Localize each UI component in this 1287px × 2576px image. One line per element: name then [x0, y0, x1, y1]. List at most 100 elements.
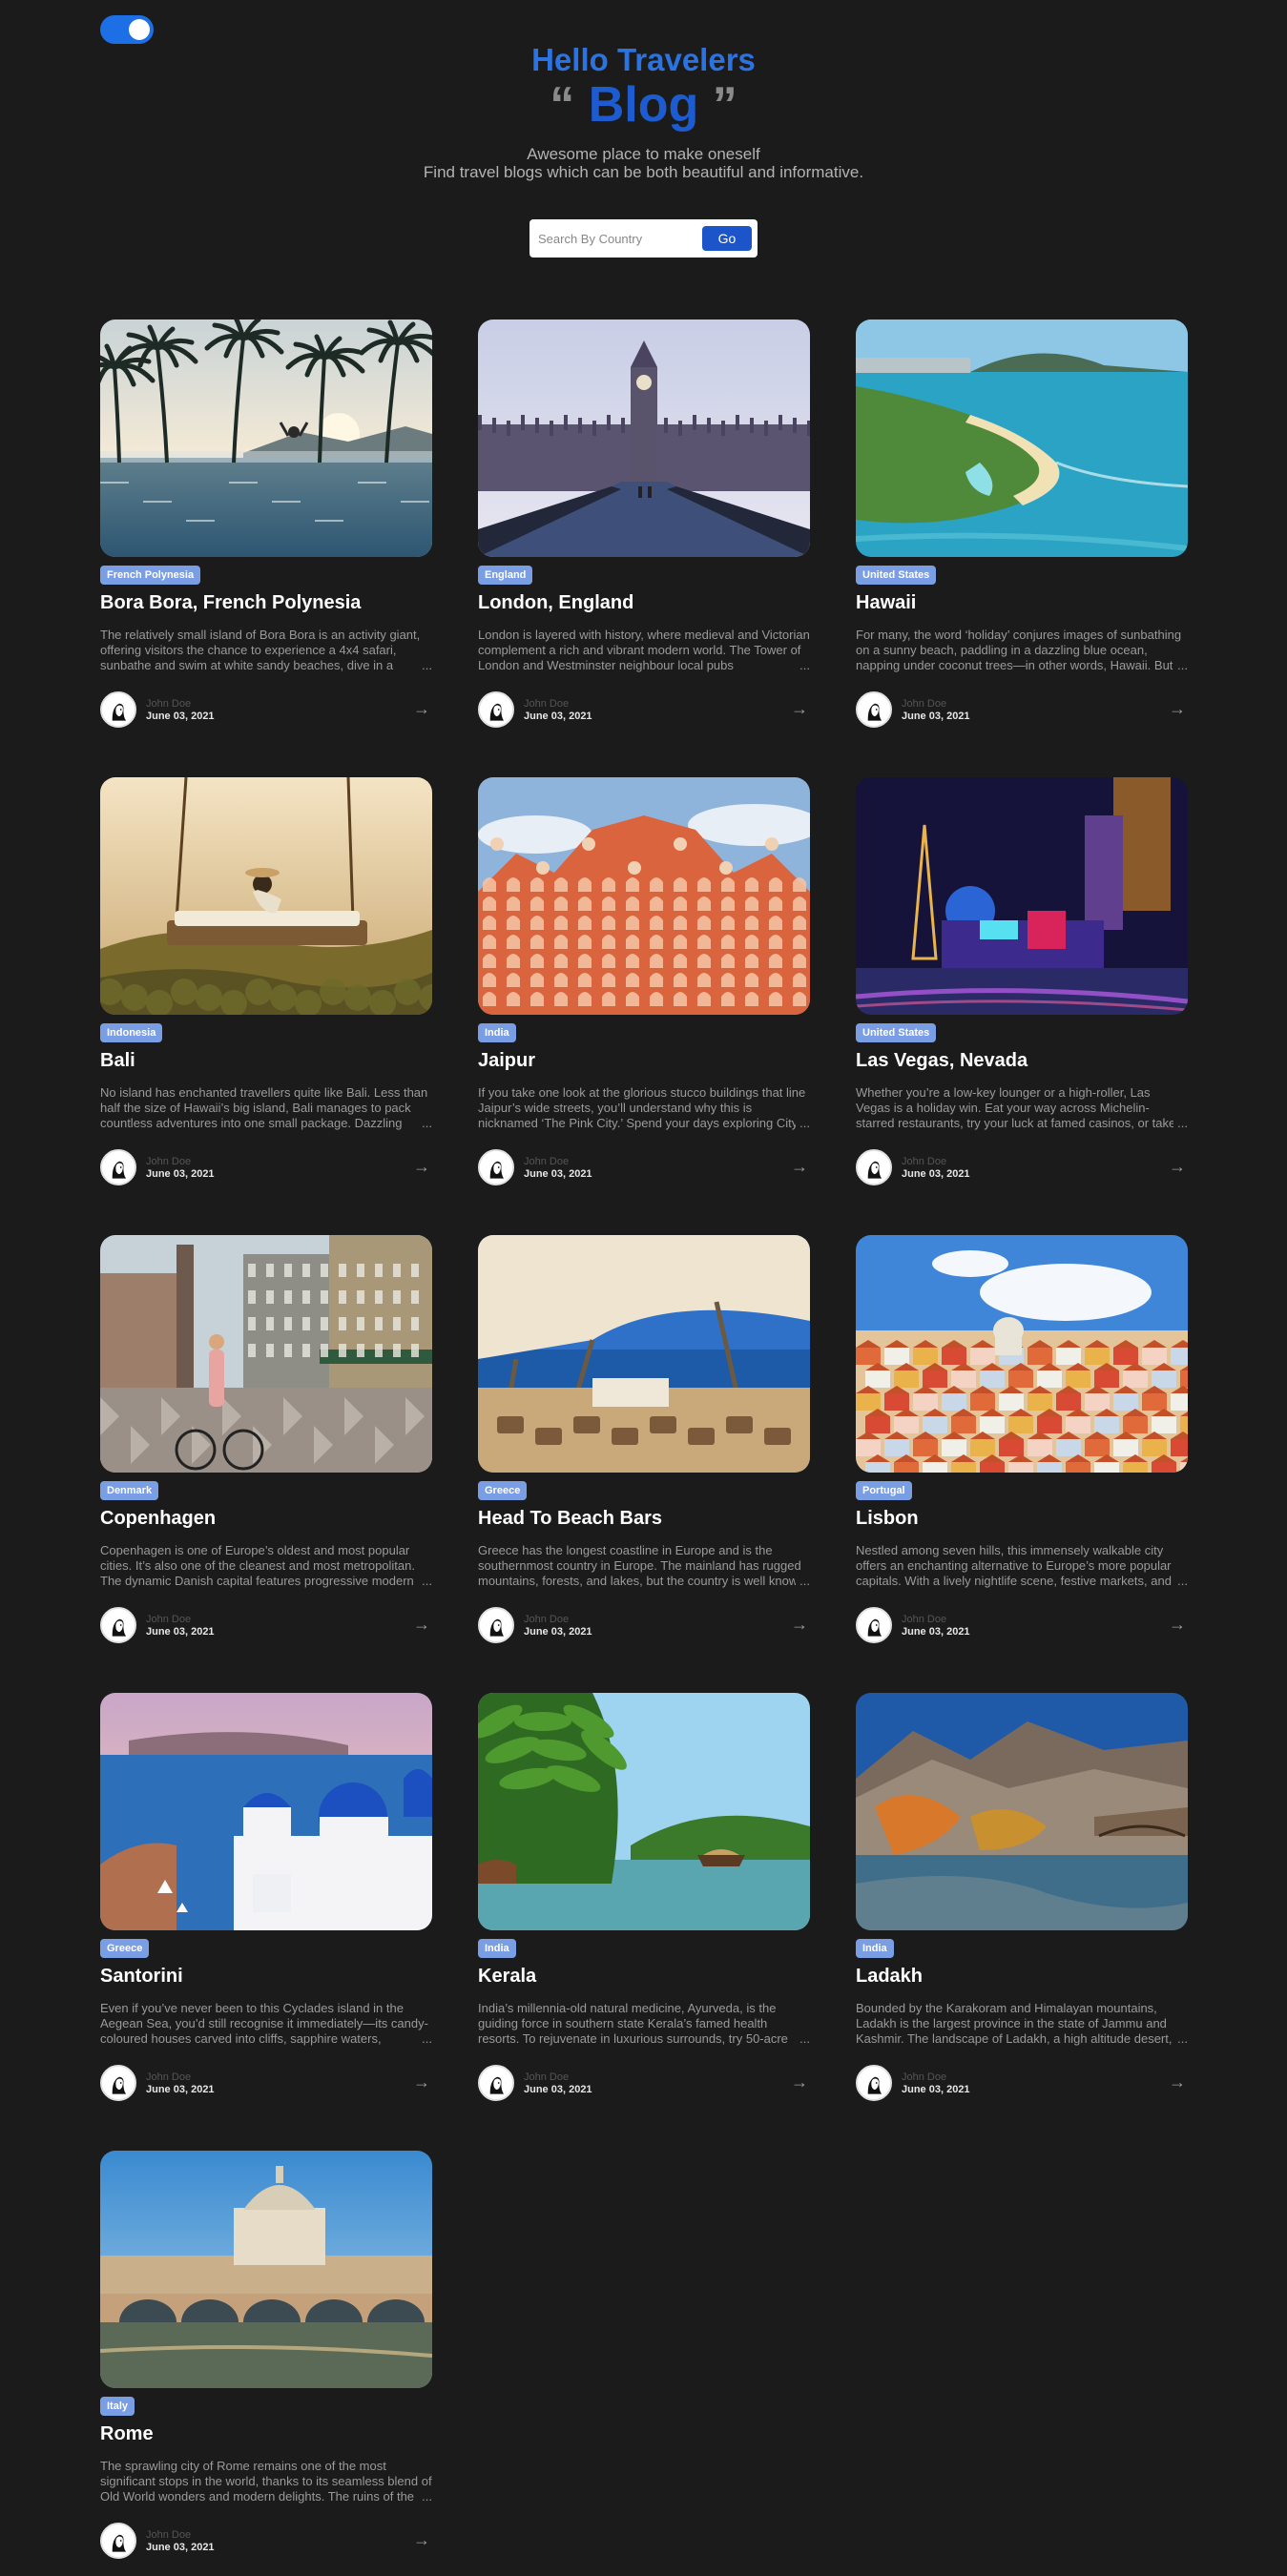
post-card[interactable]: Italy Rome The sprawling city of Rome re…	[100, 2151, 432, 2569]
arrow-right-icon[interactable]: →	[413, 1157, 430, 1177]
post-card[interactable]: England London, England London is layere…	[478, 319, 810, 738]
country-tag[interactable]: Greece	[100, 1939, 150, 1958]
country-tag[interactable]: England	[478, 566, 533, 585]
post-title[interactable]: Head To Beach Bars	[478, 1508, 662, 1530]
arrow-right-icon[interactable]: →	[413, 2530, 430, 2550]
country-tag[interactable]: India	[478, 1023, 516, 1042]
post-image[interactable]	[856, 319, 1188, 557]
country-tag[interactable]: Indonesia	[100, 1023, 163, 1042]
arrow-right-icon[interactable]: →	[1169, 2072, 1186, 2092]
post-card[interactable]: French Polynesia Bora Bora, French Polyn…	[100, 319, 432, 738]
author-meta: John Doe June 03, 2021	[524, 698, 592, 722]
go-button[interactable]: Go	[702, 226, 752, 251]
author-row: John Doe June 03, 2021 →	[100, 1606, 432, 1644]
country-tag[interactable]: India	[856, 1939, 894, 1958]
post-title[interactable]: Ladakh	[856, 1966, 923, 1988]
arrow-right-icon[interactable]: →	[413, 2072, 430, 2092]
search-input[interactable]	[538, 231, 702, 246]
post-description: Even if you’ve never been to this Cyclad…	[100, 2001, 432, 2047]
post-image[interactable]	[100, 777, 432, 1015]
author-meta: John Doe June 03, 2021	[146, 2071, 215, 2095]
avatar	[100, 691, 136, 728]
post-title[interactable]: Bora Bora, French Polynesia	[100, 592, 361, 614]
arrow-right-icon[interactable]: →	[413, 699, 430, 719]
post-card[interactable]: Indonesia Bali No island has enchanted t…	[100, 777, 432, 1196]
arrow-right-icon[interactable]: →	[791, 1615, 808, 1635]
description: Find travel blogs which can be both beau…	[423, 163, 864, 181]
arrow-right-icon[interactable]: →	[791, 1157, 808, 1177]
arrow-right-icon[interactable]: →	[1169, 699, 1186, 719]
author-row: John Doe June 03, 2021 →	[856, 690, 1188, 729]
avatar	[478, 1149, 514, 1185]
post-image[interactable]	[478, 319, 810, 557]
post-title[interactable]: Las Vegas, Nevada	[856, 1050, 1028, 1072]
country-tag[interactable]: United States	[856, 566, 937, 585]
post-card[interactable]: Greece Santorini Even if you’ve never be…	[100, 1693, 432, 2112]
country-tag[interactable]: United States	[856, 1023, 937, 1042]
post-card[interactable]: India Ladakh Bounded by the Karakoram an…	[856, 1693, 1188, 2112]
avatar	[478, 2065, 514, 2101]
post-image[interactable]	[100, 1693, 432, 1930]
post-image[interactable]	[856, 1235, 1188, 1473]
country-tag[interactable]: Denmark	[100, 1481, 159, 1500]
post-image[interactable]	[856, 777, 1188, 1015]
post-title[interactable]: Jaipur	[478, 1050, 535, 1072]
search-bar: Go	[529, 219, 758, 258]
post-card[interactable]: United States Las Vegas, Nevada Whether …	[856, 777, 1188, 1196]
arrow-right-icon[interactable]: →	[1169, 1157, 1186, 1177]
post-card[interactable]: India Jaipur If you take one look at the…	[478, 777, 810, 1196]
author-name: John Doe	[146, 1155, 192, 1167]
close-quote: ”	[712, 77, 737, 133]
country-tag[interactable]: French Polynesia	[100, 566, 201, 585]
avatar	[856, 1149, 892, 1185]
author-name: John Doe	[902, 1613, 947, 1625]
author-row: John Doe June 03, 2021 →	[478, 2064, 810, 2102]
arrow-right-icon[interactable]: →	[791, 699, 808, 719]
post-card[interactable]: United States Hawaii For many, the word …	[856, 319, 1188, 738]
tagline: Awesome place to make oneself	[527, 145, 760, 163]
post-title[interactable]: London, England	[478, 592, 633, 614]
post-title[interactable]: Rome	[100, 2423, 154, 2445]
post-card[interactable]: India Kerala India’s millennia-old natur…	[478, 1693, 810, 2112]
post-date: June 03, 2021	[902, 710, 970, 722]
arrow-right-icon[interactable]: →	[791, 2072, 808, 2092]
post-title[interactable]: Santorini	[100, 1966, 183, 1988]
author-name: John Doe	[146, 1613, 192, 1625]
arrow-right-icon[interactable]: →	[1169, 1615, 1186, 1635]
post-image[interactable]	[478, 1235, 810, 1473]
country-tag[interactable]: Portugal	[856, 1481, 912, 1500]
country-tag[interactable]: Italy	[100, 2397, 135, 2416]
country-tag[interactable]: Greece	[478, 1481, 528, 1500]
theme-toggle[interactable]	[100, 15, 154, 44]
post-image[interactable]	[478, 777, 810, 1015]
post-image[interactable]	[478, 1693, 810, 1930]
post-card[interactable]: Greece Head To Beach Bars Greece has the…	[478, 1235, 810, 1654]
author-name: John Doe	[146, 2528, 192, 2541]
post-description: The sprawling city of Rome remains one o…	[100, 2459, 432, 2504]
post-title[interactable]: Bali	[100, 1050, 135, 1072]
avatar	[478, 1607, 514, 1643]
post-description: Copenhagen is one of Europe’s oldest and…	[100, 1543, 432, 1589]
post-description: Bounded by the Karakoram and Himalayan m…	[856, 2001, 1188, 2047]
country-tag[interactable]: India	[478, 1939, 516, 1958]
post-title[interactable]: Hawaii	[856, 592, 916, 614]
arrow-right-icon[interactable]: →	[413, 1615, 430, 1635]
post-date: June 03, 2021	[146, 2083, 215, 2095]
post-image[interactable]	[100, 2151, 432, 2388]
author-meta: John Doe June 03, 2021	[146, 2529, 215, 2553]
post-image[interactable]	[100, 1235, 432, 1473]
post-card[interactable]: Denmark Copenhagen Copenhagen is one of …	[100, 1235, 432, 1654]
author-name: John Doe	[524, 1155, 570, 1167]
post-image[interactable]	[856, 1693, 1188, 1930]
post-title[interactable]: Copenhagen	[100, 1508, 216, 1530]
author-row: John Doe June 03, 2021 →	[100, 690, 432, 729]
author-row: John Doe June 03, 2021 →	[478, 1606, 810, 1644]
post-date: June 03, 2021	[524, 1167, 592, 1180]
post-card[interactable]: Portugal Lisbon Nestled among seven hill…	[856, 1235, 1188, 1654]
post-title[interactable]: Kerala	[478, 1966, 536, 1988]
post-title[interactable]: Lisbon	[856, 1508, 919, 1530]
author-row: John Doe June 03, 2021 →	[100, 2522, 432, 2560]
post-grid: French Polynesia Bora Bora, French Polyn…	[100, 319, 1188, 2569]
post-date: June 03, 2021	[524, 1625, 592, 1638]
post-image[interactable]	[100, 319, 432, 557]
